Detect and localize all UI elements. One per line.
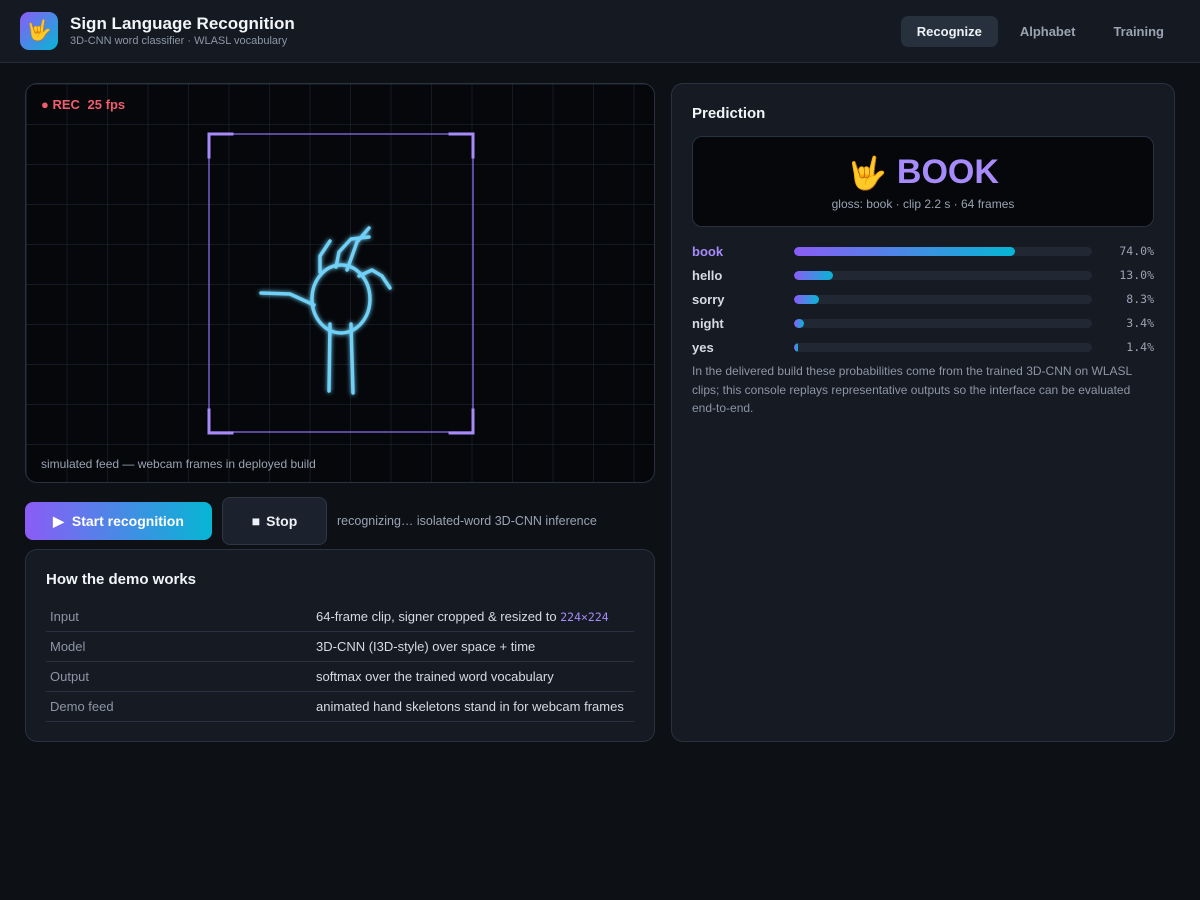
app-title: Sign Language Recognition — [70, 14, 295, 33]
predicted-word-text: BOOK — [896, 153, 999, 191]
tab-recognize[interactable]: Recognize — [900, 16, 998, 47]
row-value: softmax over the trained word vocabulary — [316, 669, 554, 684]
input-size-code: 224×224 — [560, 610, 609, 624]
score-label: sorry — [692, 291, 725, 307]
app-subtitle: 3D-CNN word classifier · WLASL vocabular… — [70, 35, 288, 47]
score-bar-fill — [794, 342, 799, 352]
score-bar-fill — [794, 318, 805, 328]
app-logo: 🤟 — [20, 12, 58, 50]
score-bar-fill — [794, 246, 1015, 256]
score-bar — [794, 342, 1092, 352]
prediction-panel: Prediction 🤟 BOOK gloss: book · clip 2.2… — [671, 83, 1175, 742]
score-row: sorry 8.3% — [692, 287, 1154, 311]
start-recognition-button[interactable]: ▶ Start recognition — [25, 502, 212, 540]
predicted-word: 🤟 BOOK — [693, 153, 1153, 192]
stop-button[interactable]: ■ Stop — [222, 497, 327, 545]
prediction-card: 🤟 BOOK gloss: book · clip 2.2 s · 64 fra… — [692, 136, 1154, 227]
table-row: Demo feed animated hand skeletons stand … — [46, 692, 634, 722]
detection-box — [208, 133, 474, 433]
score-bar-fill — [794, 270, 833, 280]
hand-skeleton — [259, 226, 392, 395]
prediction-note: In the delivered build these probabiliti… — [692, 364, 1132, 416]
score-bar — [794, 246, 1092, 256]
score-row: book 74.0% — [692, 239, 1154, 263]
hand-sign-icon: 🤟 — [847, 154, 887, 191]
prediction-title: Prediction — [692, 105, 766, 122]
score-label: hello — [692, 267, 723, 283]
score-label: night — [692, 315, 724, 331]
score-row: yes 1.4% — [692, 335, 1154, 359]
score-percent: 3.4% — [1126, 316, 1154, 330]
how-it-works-table: Input 64-frame clip, signer cropped & re… — [46, 602, 634, 722]
stop-icon: ■ — [251, 513, 261, 529]
row-key: Model — [50, 639, 86, 654]
score-percent: 13.0% — [1119, 268, 1154, 282]
table-row: Output softmax over the trained word voc… — [46, 662, 634, 692]
row-value: 3D-CNN (I3D-style) over space + time — [316, 639, 536, 654]
row-key: Input — [50, 609, 79, 624]
score-list: book 74.0% hello 13.0% sorry 8.3% night … — [692, 239, 1154, 359]
table-row: Input 64-frame clip, signer cropped & re… — [46, 602, 634, 632]
row-value: 64-frame clip, signer cropped & resized … — [316, 609, 609, 624]
score-percent: 8.3% — [1126, 292, 1154, 306]
tab-training[interactable]: Training — [1097, 16, 1180, 47]
row-key: Demo feed — [50, 699, 114, 714]
score-label: book — [692, 243, 724, 259]
app-header: 🤟 Sign Language Recognition 3D-CNN word … — [0, 0, 1200, 63]
score-percent: 1.4% — [1126, 340, 1154, 354]
score-bar — [794, 318, 1092, 328]
recognition-status: recognizing… isolated-word 3D-CNN infere… — [337, 514, 597, 528]
row-value: animated hand skeletons stand in for web… — [316, 699, 624, 714]
tab-alphabet[interactable]: Alphabet — [1004, 16, 1092, 47]
score-label: yes — [692, 339, 714, 355]
start-recognition-label: Start recognition — [71, 513, 184, 529]
stop-label: Stop — [266, 513, 298, 529]
score-bar — [794, 294, 1092, 304]
score-bar-fill — [794, 294, 819, 304]
prediction-meta: gloss: book · clip 2.2 s · 64 frames — [831, 197, 1015, 211]
nav-tabs: Recognize Alphabet Training — [900, 16, 1180, 47]
play-icon: ▶ — [53, 512, 64, 529]
video-feed: ● REC 25 fps simulated feed — webcam fra… — [25, 83, 655, 483]
hand-overlay — [207, 132, 475, 435]
score-row: night 3.4% — [692, 311, 1154, 335]
row-key: Output — [50, 669, 90, 684]
score-percent: 74.0% — [1119, 244, 1154, 258]
score-bar — [794, 270, 1092, 280]
how-it-works-panel: How the demo works Input 64-frame clip, … — [25, 549, 655, 742]
feed-caption: simulated feed — webcam frames in deploy… — [41, 457, 316, 471]
how-it-works-title: How the demo works — [46, 571, 197, 588]
box-corners — [207, 132, 475, 435]
table-row: Model 3D-CNN (I3D-style) over space + ti… — [46, 632, 634, 662]
hand-sign-icon: 🤟 — [26, 20, 52, 42]
score-row: hello 13.0% — [692, 263, 1154, 287]
